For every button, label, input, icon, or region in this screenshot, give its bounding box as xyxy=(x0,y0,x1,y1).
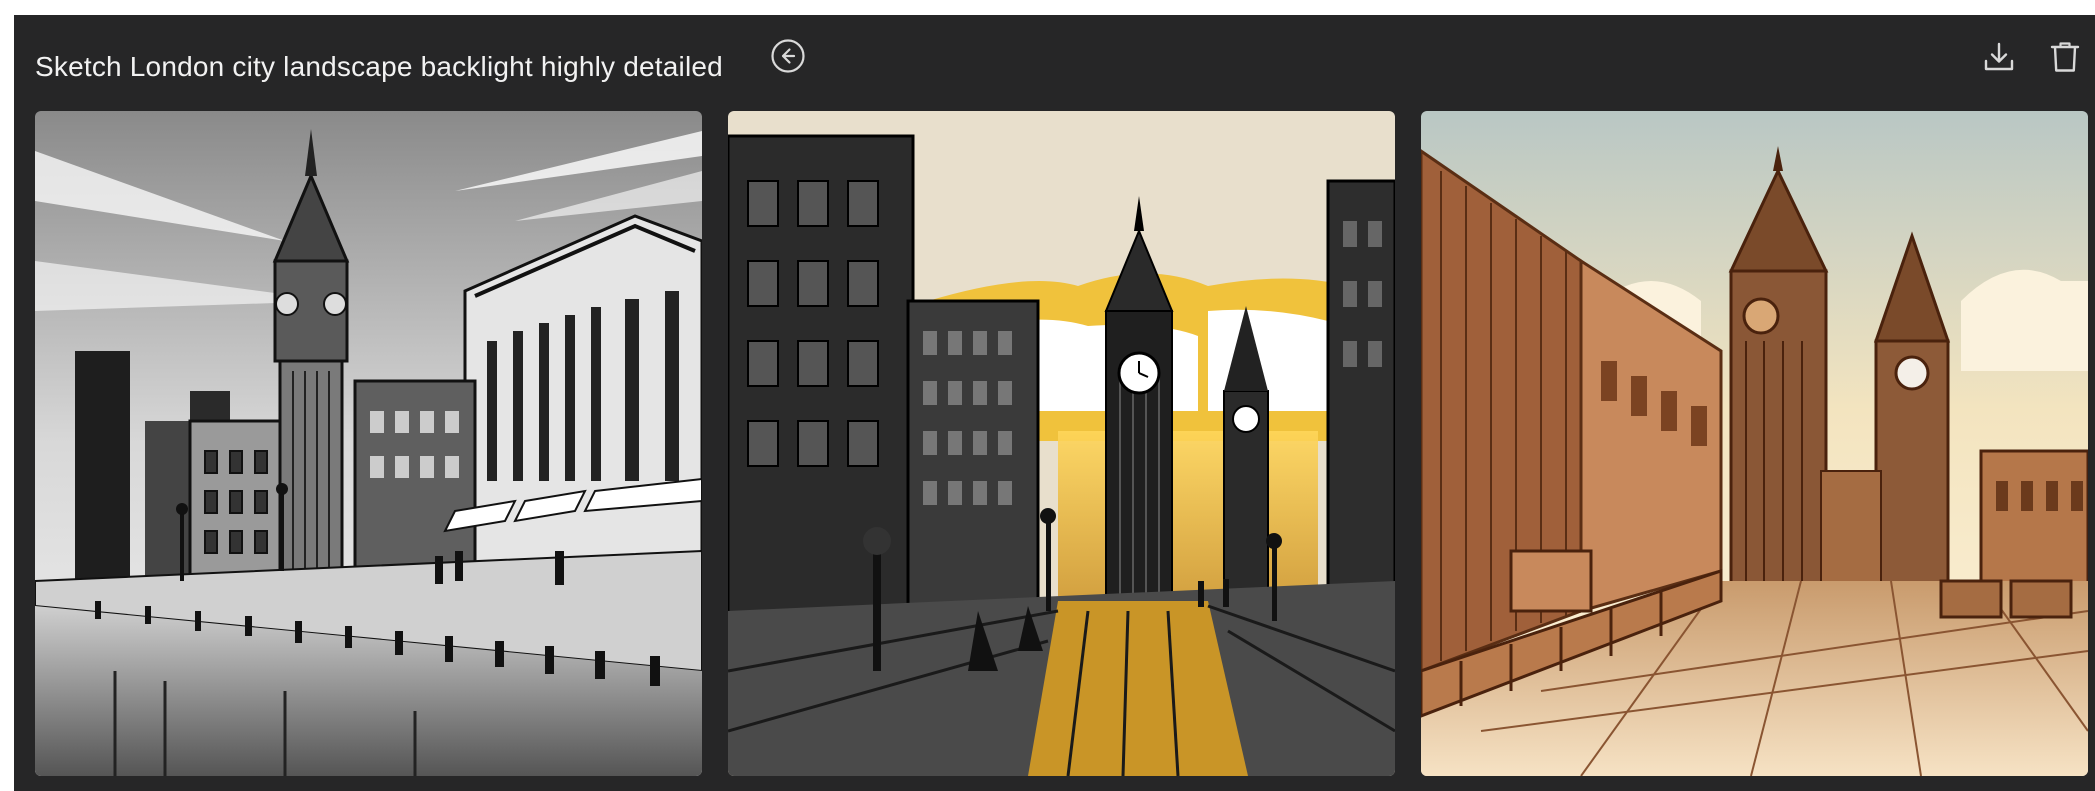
result-header: Sketch London city landscape backlight h… xyxy=(14,15,2095,111)
download-button[interactable] xyxy=(1974,32,2024,82)
download-icon xyxy=(1984,42,2014,71)
generated-image-1[interactable] xyxy=(35,111,702,776)
image-result-panel: Sketch London city landscape backlight h… xyxy=(14,15,2095,791)
generated-image-3[interactable] xyxy=(1421,111,2088,776)
prompt-title: Sketch London city landscape backlight h… xyxy=(35,51,723,82)
generated-image-2[interactable] xyxy=(728,111,1395,776)
trash-icon xyxy=(2050,42,2080,72)
back-button[interactable] xyxy=(766,34,810,78)
arrow-left-circle-icon xyxy=(771,39,805,73)
delete-button[interactable] xyxy=(2040,32,2090,82)
